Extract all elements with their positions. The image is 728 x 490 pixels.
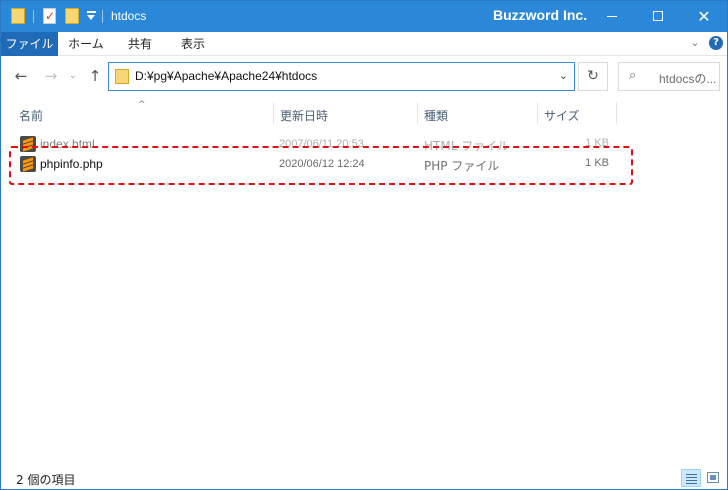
chevron-down-icon[interactable]: ⌄	[689, 37, 701, 49]
search-placeholder[interactable]: htdocsの...	[659, 70, 716, 87]
column-size[interactable]: サイズ	[544, 107, 580, 124]
tab-file[interactable]: ファイル	[1, 32, 58, 56]
folder-icon	[115, 69, 129, 84]
quick-access-separator	[33, 10, 34, 23]
large-icons-view-button[interactable]	[703, 469, 723, 487]
column-divider[interactable]	[616, 102, 617, 124]
refresh-button[interactable]: ↻	[578, 62, 608, 91]
title-separator	[102, 10, 103, 23]
details-view-button[interactable]	[681, 469, 701, 487]
customize-dropdown-icon[interactable]	[86, 11, 97, 22]
highlight-annotation	[9, 146, 633, 185]
column-divider[interactable]	[273, 102, 274, 124]
column-header-row: 名前 更新日時 種類 サイズ	[1, 98, 727, 128]
column-divider[interactable]	[417, 102, 418, 124]
title-bar[interactable]: ✓ htdocs Buzzword Inc. ✕	[1, 1, 727, 32]
item-count: 2 個の項目	[16, 473, 76, 487]
new-folder-icon[interactable]	[65, 8, 79, 24]
column-name[interactable]: 名前	[19, 107, 43, 124]
address-bar[interactable]: D:¥pg¥Apache¥Apache24¥htdocs ⌄	[108, 62, 575, 91]
recent-locations-icon[interactable]: ⌄	[69, 71, 77, 81]
maximize-icon	[653, 11, 663, 21]
back-button[interactable]: ←	[13, 67, 29, 85]
tab-share[interactable]: 共有	[115, 32, 165, 56]
forward-button[interactable]: →	[43, 67, 59, 85]
brand-label: Buzzword Inc.	[493, 7, 588, 23]
search-box[interactable]: ⌕ htdocsの...	[618, 62, 720, 91]
close-button[interactable]: ✕	[681, 1, 727, 32]
tab-view[interactable]: 表示	[168, 32, 218, 56]
explorer-window: ✓ htdocs Buzzword Inc. ✕ ファイル ホーム 共有 表示 …	[0, 0, 728, 490]
navigation-bar: ← → ⌄ ↑ D:¥pg¥Apache¥Apache24¥htdocs ⌄ ↻…	[1, 56, 727, 98]
maximize-button[interactable]	[635, 1, 681, 32]
minimize-button[interactable]	[589, 1, 635, 32]
close-icon: ✕	[697, 7, 711, 26]
minimize-icon	[607, 16, 617, 17]
properties-icon[interactable]: ✓	[43, 8, 56, 24]
address-path[interactable]: D:¥pg¥Apache¥Apache24¥htdocs	[135, 69, 317, 83]
address-dropdown-icon[interactable]: ⌄	[559, 69, 568, 82]
column-modified[interactable]: 更新日時	[280, 107, 328, 124]
ribbon-bar: ファイル ホーム 共有 表示 ⌄ ?	[1, 32, 727, 56]
column-type[interactable]: 種類	[424, 107, 448, 124]
up-button[interactable]: ↑	[87, 67, 103, 85]
column-divider[interactable]	[537, 102, 538, 124]
search-icon: ⌕	[629, 68, 637, 83]
tab-home[interactable]: ホーム	[61, 32, 111, 56]
window-title: htdocs	[111, 9, 147, 23]
folder-icon	[11, 8, 25, 24]
large-icons-view-icon	[707, 472, 719, 483]
details-view-icon	[686, 474, 697, 484]
help-icon[interactable]: ?	[709, 36, 723, 50]
status-bar: 2 個の項目	[1, 467, 727, 489]
